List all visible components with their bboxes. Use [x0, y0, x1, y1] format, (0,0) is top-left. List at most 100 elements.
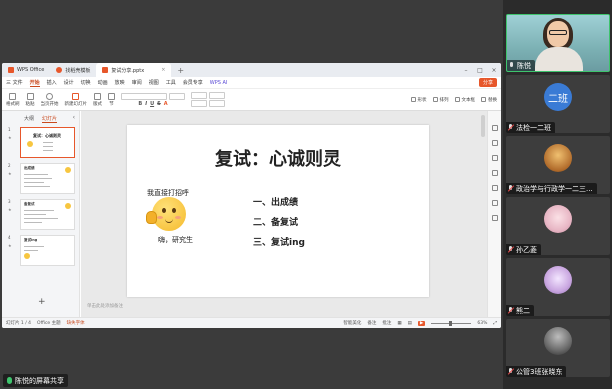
- slide-title[interactable]: 复试：心诚则灵: [127, 145, 429, 171]
- menu-design[interactable]: 设计: [64, 79, 74, 86]
- normal-view-icon[interactable]: ▦: [397, 321, 401, 326]
- tab-outline[interactable]: 大纲: [24, 115, 34, 123]
- menu-home[interactable]: 开始: [29, 79, 40, 87]
- menu-member[interactable]: 会员专享: [183, 79, 203, 86]
- screen-share-label: 陈悦的屏幕共享: [3, 374, 68, 387]
- star-icon: ★: [8, 171, 12, 176]
- more-icon[interactable]: [491, 215, 498, 221]
- tab-slides[interactable]: 幻灯片: [42, 115, 58, 123]
- settings-icon[interactable]: [491, 140, 498, 146]
- align-button[interactable]: [191, 100, 207, 107]
- template-icon[interactable]: [491, 200, 498, 206]
- slide-thumbnail-row[interactable]: 2 ★ 出成绩: [6, 163, 78, 195]
- font-color-button[interactable]: A: [164, 101, 168, 107]
- property-icon[interactable]: [491, 125, 498, 131]
- close-icon[interactable]: ×: [161, 67, 165, 73]
- minimize-icon[interactable]: –: [459, 67, 473, 74]
- maximize-icon[interactable]: □: [473, 67, 487, 74]
- notes-placeholder[interactable]: 单击此处添加备注: [81, 303, 123, 309]
- participant-tile[interactable]: 政治学与行政学一二三...: [506, 136, 610, 194]
- menu-review[interactable]: 审阅: [132, 79, 142, 86]
- slide-thumbnail-row[interactable]: 4 ★ 复试ing: [6, 235, 78, 267]
- participant-tile[interactable]: 陈悦: [506, 14, 610, 72]
- layout-button[interactable]: 版式: [93, 92, 102, 107]
- collapse-panel-icon[interactable]: ‹: [73, 114, 75, 121]
- new-tab-button[interactable]: +: [171, 63, 190, 77]
- menu-insert[interactable]: 插入: [47, 79, 57, 86]
- beautify-button[interactable]: 智能美化: [343, 320, 361, 326]
- menu-view[interactable]: 视图: [149, 79, 159, 86]
- menu-animation[interactable]: 动画: [98, 79, 108, 86]
- italic-button[interactable]: I: [145, 101, 147, 107]
- participant-tile[interactable]: 孙乙菱: [506, 197, 610, 255]
- menu-transition[interactable]: 切换: [81, 79, 91, 86]
- missing-font[interactable]: 缺失字体: [67, 320, 85, 326]
- template-icon: [56, 67, 63, 73]
- bold-button[interactable]: B: [138, 101, 142, 107]
- font-size-select[interactable]: [169, 92, 185, 100]
- slide-thumbnail-row[interactable]: 3 ★ 备复试: [6, 199, 78, 231]
- favorite-icon[interactable]: [491, 155, 498, 161]
- file-menu[interactable]: 三 文件: [6, 79, 23, 86]
- avatar: 二班: [544, 83, 572, 111]
- shape-button[interactable]: 形状: [410, 97, 427, 103]
- share-icon[interactable]: [491, 185, 498, 191]
- notes-toggle[interactable]: 备注: [367, 320, 376, 326]
- vertical-scrollbar[interactable]: [481, 115, 485, 137]
- format-painter-button[interactable]: 格式刷: [6, 92, 20, 107]
- mic-icon: [509, 62, 514, 69]
- section-button[interactable]: 节: [108, 92, 115, 107]
- emoji-thumb-icon: [65, 203, 71, 209]
- menu-wps-ai[interactable]: WPS AI: [210, 80, 228, 86]
- add-slide-icon[interactable]: +: [38, 297, 46, 307]
- bullet-list-button[interactable]: [191, 92, 207, 99]
- emoji-thumb-icon: [65, 167, 71, 173]
- paste-button[interactable]: 粘贴: [26, 92, 35, 107]
- agenda-item: 一、出成绩: [253, 198, 299, 208]
- slide-thumbnail[interactable]: 出成绩: [20, 163, 75, 194]
- glasses: [549, 30, 567, 35]
- slide-thumbnail-row[interactable]: 1 ★ 复试：心诚则灵: [6, 127, 78, 159]
- arrange-button[interactable]: 排列: [432, 97, 449, 103]
- font-family-select[interactable]: [121, 92, 167, 100]
- participant-tile[interactable]: 二班 法检一二班: [506, 75, 610, 133]
- new-slide-button[interactable]: 新建幻灯片: [65, 92, 87, 107]
- tab-document[interactable]: 复试分享.pptx ×: [96, 63, 172, 77]
- comments-toggle[interactable]: 批注: [382, 320, 391, 326]
- emoji-subcaption: 嗨，研究生: [158, 236, 193, 244]
- textbox-button[interactable]: 文本框: [454, 97, 475, 103]
- share-button[interactable]: 分享: [478, 78, 497, 87]
- replace-button[interactable]: 替换: [481, 97, 497, 103]
- slide-thumbnail[interactable]: 备复试: [20, 199, 75, 230]
- play-slideshow-icon[interactable]: ▶: [417, 320, 426, 326]
- ribbon: 格式刷 粘贴 当页开始 新建幻灯片 版式 节 B I U S A 形状 排列 文…: [2, 89, 501, 111]
- slide-canvas: 复试：心诚则灵 我直接打招呼 嗨，研究生 一、出成绩 二、备复试 三、复试ing: [81, 111, 487, 317]
- underline-button[interactable]: U: [150, 101, 154, 107]
- menu-tools[interactable]: 工具: [166, 79, 176, 86]
- tab-wps-office[interactable]: WPS Office: [2, 63, 50, 77]
- slide-thumbnail[interactable]: 复试：心诚则灵: [20, 127, 75, 158]
- mic-muted-icon: [508, 246, 513, 253]
- zoom-level[interactable]: 63%: [477, 321, 487, 326]
- font-controls: B I U S A: [121, 92, 185, 107]
- magic-icon[interactable]: [491, 170, 498, 176]
- menu-slideshow[interactable]: 放映: [115, 79, 125, 86]
- thumb-line: [24, 246, 44, 247]
- theme-name[interactable]: Office 主题: [37, 320, 61, 326]
- sorter-view-icon[interactable]: ▤: [408, 321, 412, 326]
- participant-tile[interactable]: 公管3班张晓东: [506, 319, 610, 377]
- slide-thumbnail[interactable]: 复试ing: [20, 235, 75, 266]
- tab-template[interactable]: 找稻壳模板: [50, 63, 96, 77]
- agenda-list[interactable]: 一、出成绩 二、备复试 三、复试ing: [253, 193, 305, 253]
- strikethrough-button[interactable]: S: [157, 101, 161, 107]
- zoom-slider[interactable]: [431, 320, 472, 326]
- screen-share-area: WPS Office 找稻壳模板 复试分享.pptx × + – □ × 三 文件…: [0, 0, 503, 389]
- line-spacing-button[interactable]: [209, 100, 225, 107]
- mic-muted-icon: [508, 368, 513, 375]
- window-close-icon[interactable]: ×: [487, 67, 501, 74]
- play-from-current-button[interactable]: 当页开始: [41, 92, 59, 107]
- fit-window-icon[interactable]: ⤢: [493, 320, 497, 326]
- number-list-button[interactable]: [209, 92, 225, 99]
- participant-tile[interactable]: 熊二: [506, 258, 610, 316]
- current-slide[interactable]: 复试：心诚则灵 我直接打招呼 嗨，研究生 一、出成绩 二、备复试 三、复试ing: [127, 125, 429, 297]
